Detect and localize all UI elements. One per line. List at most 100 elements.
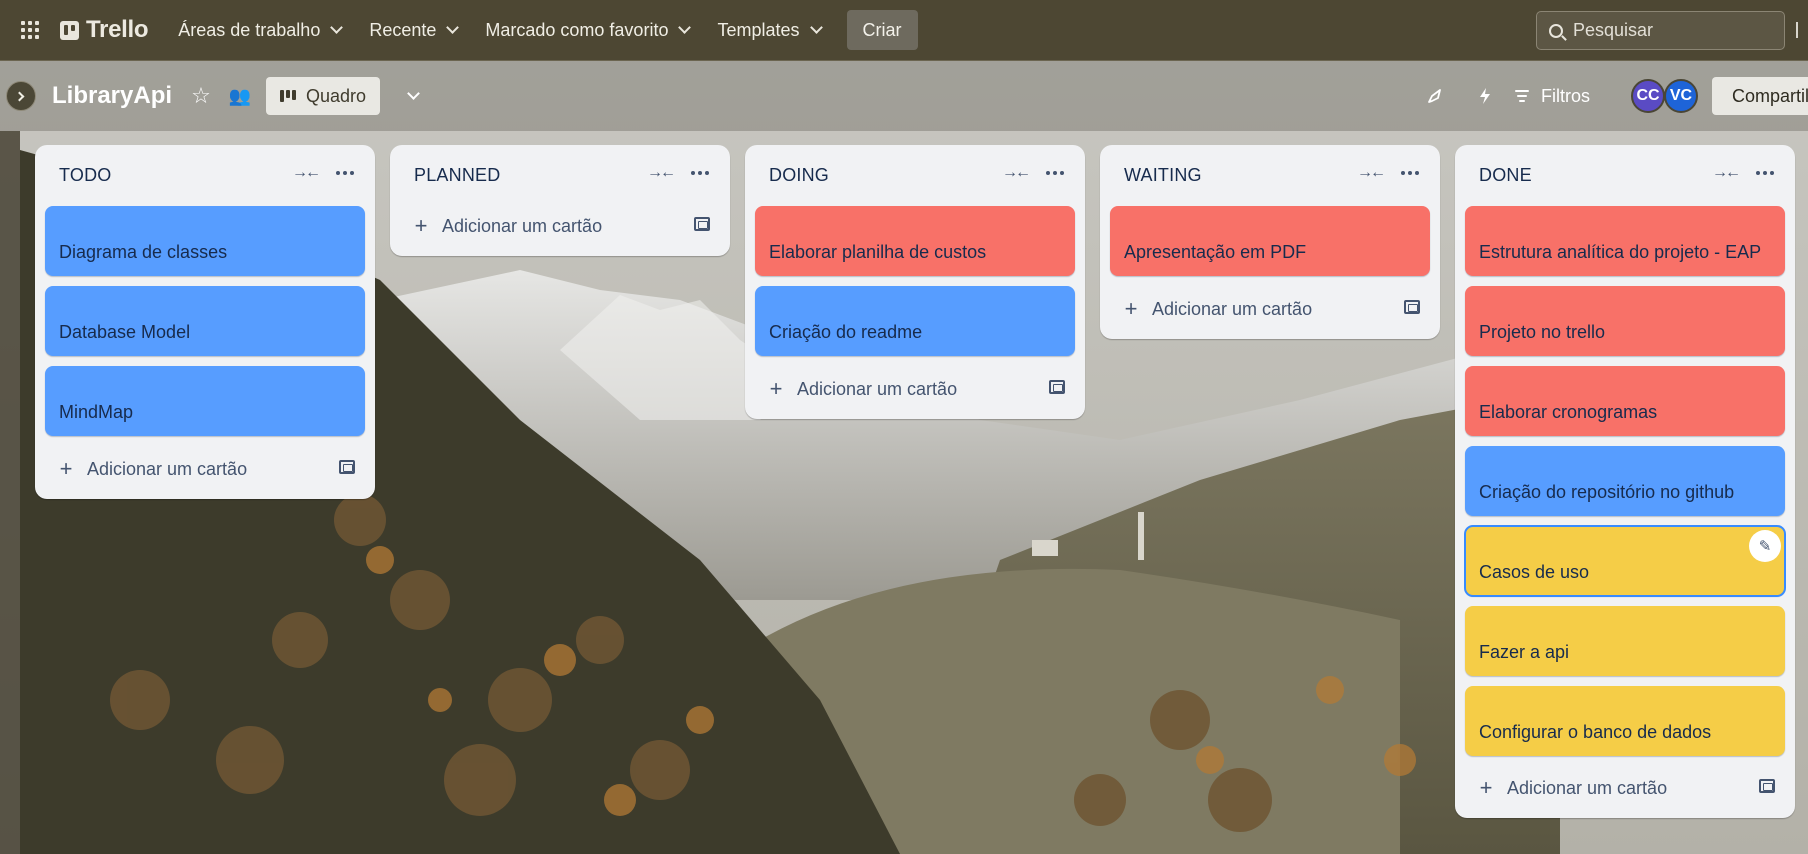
expand-sidebar-button[interactable] — [6, 81, 36, 111]
add-card-label: Adicionar um cartão — [1152, 298, 1313, 319]
sidebar-collapsed — [0, 131, 20, 854]
chevron-down-icon — [678, 21, 692, 34]
card-title: Elaborar planilha de custos — [769, 242, 987, 262]
avatar[interactable]: VC — [1664, 79, 1698, 113]
create-button[interactable]: Criar — [846, 10, 918, 50]
card[interactable]: Apresentação em PDF — [1110, 206, 1430, 276]
card-template-icon[interactable] — [1759, 779, 1775, 793]
plus-icon: + — [1479, 775, 1493, 800]
visibility-icon[interactable]: 👥 — [223, 79, 257, 113]
filters-button[interactable]: Filtros — [1515, 79, 1590, 113]
nav-workspaces[interactable]: Áreas de trabalho — [166, 10, 353, 50]
card[interactable]: Projeto no trello — [1465, 286, 1785, 356]
board-title[interactable]: LibraryApi — [52, 82, 172, 110]
edit-card-icon[interactable]: ✎ — [1749, 530, 1781, 562]
filter-icon — [1515, 90, 1529, 102]
card-title: Criação do repositório no github — [1479, 482, 1735, 502]
collapse-list-icon[interactable]: →← — [1001, 161, 1031, 185]
list-todo: TODO →← Diagrama de classes Database Mod… — [35, 145, 375, 499]
list-header: PLANNED →← — [390, 145, 730, 201]
plus-icon: + — [769, 376, 783, 401]
card-title: Elaborar cronogramas — [1479, 402, 1658, 422]
trello-logo[interactable]: Trello — [60, 10, 149, 50]
list-header: WAITING →← — [1100, 145, 1440, 201]
star-icon[interactable]: ☆ — [184, 79, 218, 113]
card-template-icon[interactable] — [1404, 300, 1420, 314]
card[interactable]: Database Model — [45, 286, 365, 356]
chevron-right-icon — [14, 91, 25, 101]
add-card-button[interactable]: + Adicionar um cartão — [1465, 769, 1785, 807]
list-more-icon[interactable] — [686, 161, 714, 185]
top-nav: Trello Áreas de trabalho Recente Marcado… — [0, 0, 1808, 61]
card-title: Database Model — [59, 322, 191, 342]
search-box[interactable] — [1536, 11, 1785, 50]
plus-icon: + — [59, 456, 73, 481]
list-done: DONE →← Estrutura analítica do projeto -… — [1455, 145, 1795, 818]
nav-workspaces-label: Áreas de trabalho — [178, 19, 321, 40]
power-ups-button[interactable] — [1418, 79, 1452, 113]
card-template-icon[interactable] — [694, 217, 710, 231]
add-card-label: Adicionar um cartão — [87, 458, 248, 479]
view-switch-button[interactable] — [394, 79, 428, 113]
add-card-button[interactable]: + Adicionar um cartão — [1110, 290, 1430, 328]
list-title[interactable]: WAITING — [1124, 165, 1202, 186]
card-title: Configurar o banco de dados — [1479, 722, 1712, 742]
card-template-icon[interactable] — [339, 460, 355, 474]
card-title: Criação do readme — [769, 322, 923, 342]
card[interactable]: Casos de uso ✎ — [1464, 525, 1786, 597]
chevron-down-icon — [406, 87, 420, 100]
add-card-button[interactable]: + Adicionar um cartão — [45, 450, 365, 488]
card[interactable]: Configurar o banco de dados — [1465, 686, 1785, 756]
chevron-down-icon — [809, 21, 823, 34]
card-template-icon[interactable] — [1049, 380, 1065, 394]
search-icon — [1549, 23, 1563, 38]
card[interactable]: Diagrama de classes — [45, 206, 365, 276]
collapse-list-icon[interactable]: →← — [291, 161, 321, 185]
list-title[interactable]: TODO — [59, 165, 111, 186]
board-view-button[interactable]: Quadro — [266, 77, 381, 115]
list-more-icon[interactable] — [1751, 161, 1779, 185]
rocket-icon — [1428, 89, 1441, 103]
automation-button[interactable] — [1468, 79, 1502, 113]
chevron-down-icon — [330, 21, 344, 34]
nav-starred[interactable]: Marcado como favorito — [473, 10, 701, 50]
nav-recent[interactable]: Recente — [357, 10, 469, 50]
list-title[interactable]: DONE — [1479, 165, 1532, 186]
trello-logo-icon — [60, 20, 79, 40]
card[interactable]: Criação do repositório no github — [1465, 446, 1785, 516]
card-title: Apresentação em PDF — [1124, 242, 1307, 262]
board-view-icon — [280, 90, 296, 102]
list-title[interactable]: PLANNED — [414, 165, 500, 186]
collapse-list-icon[interactable]: →← — [1356, 161, 1386, 185]
notification-icon[interactable] — [1796, 22, 1808, 38]
card[interactable]: Criação do readme — [755, 286, 1075, 356]
add-card-button[interactable]: + Adicionar um cartão — [400, 207, 720, 245]
card-title: Fazer a api — [1479, 642, 1570, 662]
filters-label: Filtros — [1541, 85, 1590, 106]
nav-templates[interactable]: Templates — [705, 10, 832, 50]
add-card-button[interactable]: + Adicionar um cartão — [755, 370, 1075, 408]
list-more-icon[interactable] — [331, 161, 359, 185]
card-title: Casos de uso — [1479, 562, 1590, 582]
list-title[interactable]: DOING — [769, 165, 829, 186]
board-view-label: Quadro — [306, 85, 367, 106]
list-planned: PLANNED →← + Adicionar um cartão — [390, 145, 730, 256]
card[interactable]: Elaborar cronogramas — [1465, 366, 1785, 436]
list-more-icon[interactable] — [1041, 161, 1069, 185]
list-more-icon[interactable] — [1396, 161, 1424, 185]
card-title: Estrutura analítica do projeto - EAP — [1479, 242, 1762, 262]
card[interactable]: Estrutura analítica do projeto - EAP — [1465, 206, 1785, 276]
nav-recent-label: Recente — [369, 19, 437, 40]
app-switcher-button[interactable] — [10, 10, 50, 50]
search-input[interactable] — [1573, 20, 1763, 41]
card[interactable]: Fazer a api — [1465, 606, 1785, 676]
add-card-label: Adicionar um cartão — [1507, 777, 1668, 798]
card[interactable]: MindMap — [45, 366, 365, 436]
bolt-icon — [1480, 88, 1490, 104]
avatar[interactable]: CC — [1631, 79, 1665, 113]
card[interactable]: Elaborar planilha de custos — [755, 206, 1075, 276]
collapse-list-icon[interactable]: →← — [646, 161, 676, 185]
share-button[interactable]: Compartilhar — [1712, 77, 1808, 115]
share-label: Compartilhar — [1732, 85, 1808, 106]
collapse-list-icon[interactable]: →← — [1711, 161, 1741, 185]
